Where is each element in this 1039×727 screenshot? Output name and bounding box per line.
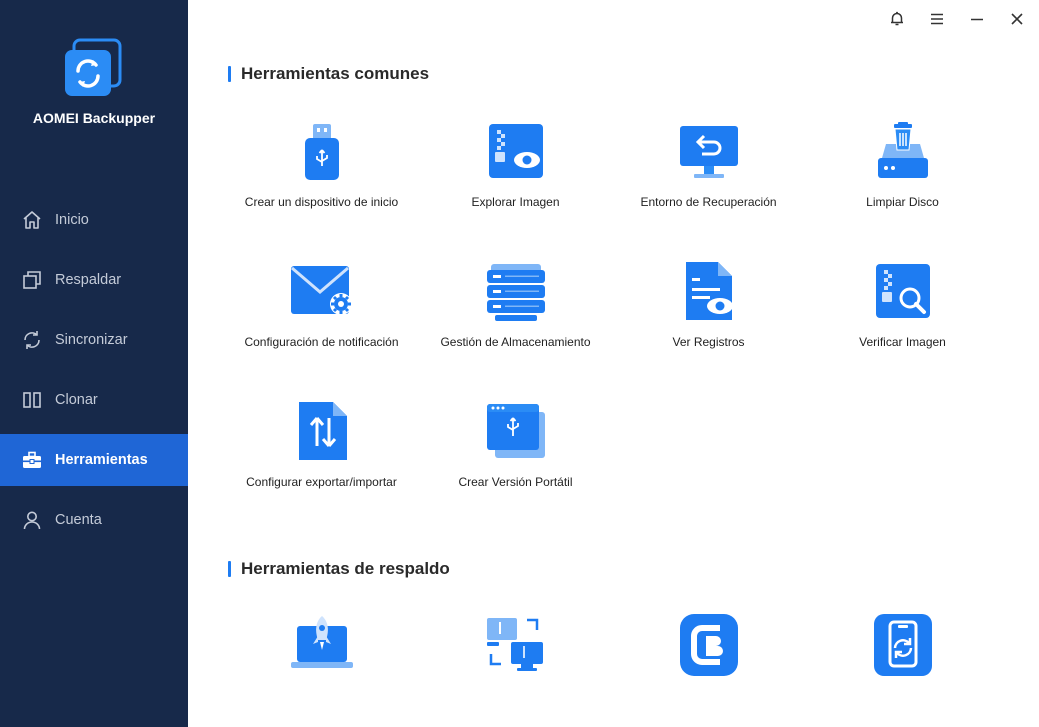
- close-icon[interactable]: [1006, 8, 1028, 30]
- sidebar-item-respaldar[interactable]: Respaldar: [0, 254, 188, 306]
- usb-drive-icon: [291, 122, 353, 184]
- export-import-icon: [291, 402, 353, 464]
- tool-create-bootable-media[interactable]: Crear un dispositivo de inicio: [224, 122, 419, 232]
- tool-label: Explorar Imagen: [471, 195, 560, 209]
- sidebar-item-sincronizar[interactable]: Sincronizar: [0, 314, 188, 366]
- tool-label: Verificar Imagen: [859, 335, 946, 349]
- laptop-rocket-icon: [291, 614, 353, 676]
- section-title-text: Herramientas comunes: [241, 64, 430, 83]
- image-transfer-icon: [485, 614, 547, 676]
- tool-label: Entorno de Recuperación: [640, 195, 777, 209]
- tool-label: Ver Registros: [672, 335, 745, 349]
- wipe-disk-icon: [872, 122, 934, 184]
- portable-version-icon: [485, 402, 547, 464]
- sidebar-item-cuenta[interactable]: Cuenta: [0, 494, 188, 546]
- tool-label: Gestión de Almacenamiento: [440, 335, 591, 349]
- tool-laptop-rocket[interactable]: [224, 614, 419, 724]
- storage-server-icon: [485, 262, 547, 324]
- sidebar: AOMEI Backupper Inicio Respaldar Sincron…: [0, 0, 188, 727]
- mobile-sync-icon: [872, 614, 934, 676]
- sidebar-item-label: Respaldar: [55, 272, 122, 288]
- minimize-icon[interactable]: [966, 8, 988, 30]
- sidebar-item-label: Clonar: [55, 392, 98, 408]
- sync-icon: [22, 330, 42, 350]
- section-marker: [228, 561, 231, 577]
- notification-bell-icon[interactable]: [886, 8, 908, 30]
- app-title: AOMEI Backupper: [32, 110, 156, 126]
- tool-wipe-disk[interactable]: Limpiar Disco: [805, 122, 1000, 232]
- view-logs-icon: [678, 262, 740, 324]
- check-image-icon: [872, 262, 934, 324]
- sidebar-item-clonar[interactable]: Clonar: [0, 374, 188, 426]
- section-marker: [228, 66, 231, 82]
- email-settings-icon: [291, 262, 353, 324]
- sidebar-item-herramientas[interactable]: Herramientas: [0, 434, 188, 486]
- backup-icon: [22, 270, 42, 290]
- sidebar-item-label: Inicio: [55, 212, 89, 228]
- tool-recovery-environment[interactable]: Entorno de Recuperación: [611, 122, 806, 232]
- tool-create-portable-version[interactable]: Crear Versión Portátil: [418, 402, 613, 512]
- clone-icon: [22, 390, 42, 410]
- section-title-text: Herramientas de respaldo: [241, 559, 450, 578]
- tool-label: Configuración de notificación: [244, 335, 399, 349]
- tool-label: Configurar exportar/importar: [246, 475, 397, 489]
- tool-check-image[interactable]: Verificar Imagen: [805, 262, 1000, 372]
- home-icon: [22, 210, 42, 230]
- main-panel: Herramientas comunes Crear un dispositiv…: [188, 0, 1039, 727]
- tool-label: Crear Versión Portátil: [458, 475, 573, 489]
- sidebar-item-label: Cuenta: [55, 512, 102, 528]
- sidebar-item-label: Sincronizar: [55, 332, 128, 348]
- section-title-backup: Herramientas de respaldo: [228, 559, 450, 579]
- toolbox-icon: [22, 450, 42, 470]
- app-logo-icon: [62, 38, 124, 100]
- explore-image-icon: [485, 122, 547, 184]
- user-icon: [22, 510, 42, 530]
- tool-view-logs[interactable]: Ver Registros: [611, 262, 806, 372]
- tool-export-import-config[interactable]: Configurar exportar/importar: [224, 402, 419, 512]
- recovery-environment-icon: [678, 122, 740, 184]
- menu-icon[interactable]: [926, 8, 948, 30]
- cb-app-icon: [678, 614, 740, 676]
- section-title-common: Herramientas comunes: [228, 64, 429, 84]
- sidebar-item-inicio[interactable]: Inicio: [0, 194, 188, 246]
- tool-storage-management[interactable]: Gestión de Almacenamiento: [418, 262, 613, 372]
- tool-cb-app[interactable]: [611, 614, 806, 724]
- tool-label: Crear un dispositivo de inicio: [244, 195, 399, 209]
- tool-mobile-sync[interactable]: [805, 614, 1000, 724]
- tool-notification-settings[interactable]: Configuración de notificación: [224, 262, 419, 372]
- tool-image-transfer[interactable]: [418, 614, 613, 724]
- sidebar-item-label: Herramientas: [55, 452, 148, 468]
- tool-explore-image[interactable]: Explorar Imagen: [418, 122, 613, 232]
- tool-label: Limpiar Disco: [866, 195, 939, 209]
